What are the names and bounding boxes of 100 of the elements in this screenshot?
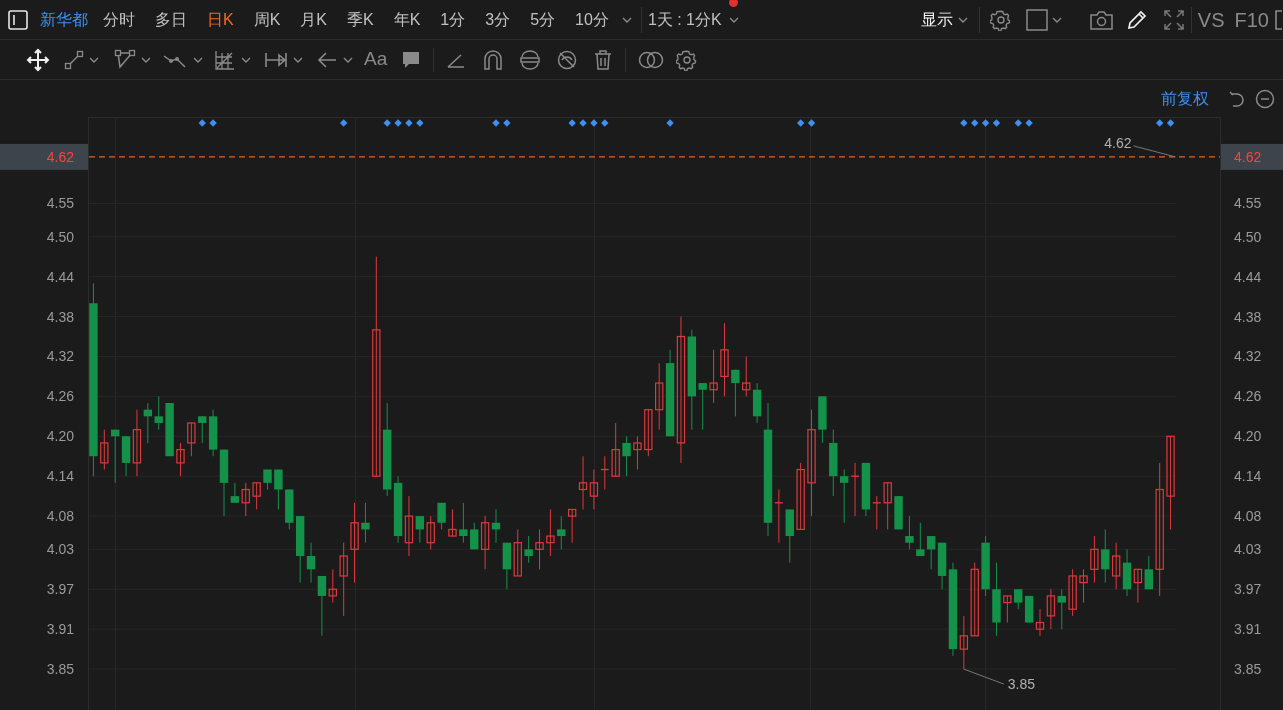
period-tab[interactable]: 5分	[520, 7, 566, 32]
price-tag: 4.62	[1221, 143, 1283, 170]
axis-label: 3.97	[1234, 581, 1262, 598]
axis-label: 3.97	[46, 581, 74, 598]
event-marker[interactable]	[394, 119, 402, 127]
event-marker[interactable]	[492, 119, 500, 127]
period-tab[interactable]: 分时	[93, 7, 145, 32]
event-marker[interactable]	[503, 119, 511, 127]
event-marker[interactable]	[1014, 119, 1022, 127]
leader-line	[963, 668, 1005, 685]
axis-label: 4.08	[46, 508, 74, 525]
event-marker[interactable]	[1156, 119, 1164, 127]
axis-label: 4.08	[1234, 508, 1262, 525]
period-tab[interactable]: 年K	[383, 7, 431, 32]
axis-label: 4.50	[46, 228, 74, 245]
axis-label: 3.85	[46, 661, 74, 678]
event-marker[interactable]	[579, 119, 587, 127]
event-marker[interactable]	[971, 119, 979, 127]
fibonacci-tool-button[interactable]	[214, 48, 252, 71]
axis-label: 4.20	[1234, 428, 1262, 445]
period-tab[interactable]: 季K	[337, 7, 384, 32]
text-tool-button[interactable]: Aa	[364, 45, 388, 74]
panel-icon[interactable]	[1275, 8, 1283, 31]
event-marker[interactable]	[568, 119, 576, 127]
event-marker[interactable]	[1025, 119, 1033, 127]
camera-icon[interactable]	[1088, 8, 1114, 31]
event-marker[interactable]	[601, 119, 609, 127]
event-marker[interactable]	[209, 119, 217, 127]
low-price-label: 3.85	[1007, 676, 1036, 693]
axis-label: 3.91	[46, 621, 74, 638]
adjust-menu[interactable]: 前复权	[1161, 86, 1209, 111]
period-selector[interactable]: 1天 : 1分K	[641, 7, 746, 32]
event-marker[interactable]	[340, 119, 348, 127]
zoom-out-icon[interactable]	[1255, 88, 1275, 109]
settings-icon[interactable]	[989, 8, 1012, 31]
event-marker[interactable]	[1166, 119, 1175, 127]
layout-menu[interactable]	[1025, 8, 1063, 31]
event-marker[interactable]	[796, 119, 805, 127]
polygon-icon	[114, 48, 136, 71]
magnet-icon[interactable]	[482, 48, 505, 71]
axis-label: 4.55	[1234, 195, 1262, 212]
shape-tool-button[interactable]	[114, 48, 152, 71]
move-icon[interactable]	[26, 47, 50, 72]
axis-label: 4.20	[46, 428, 74, 445]
period-tab[interactable]: 日K	[197, 7, 244, 32]
grid-chart-icon	[214, 48, 236, 71]
price-tag: 4.62	[0, 143, 88, 170]
event-marker[interactable]	[405, 119, 413, 127]
event-marker[interactable]	[416, 119, 424, 127]
sidebar-icon[interactable]	[8, 9, 28, 30]
pencil-icon[interactable]	[1125, 8, 1148, 31]
event-marker[interactable]	[383, 119, 391, 127]
trash-icon[interactable]	[593, 48, 614, 71]
stock-name: 新华都	[40, 9, 88, 30]
axis-label: 4.32	[46, 348, 74, 365]
fullscreen-icon[interactable]	[1162, 8, 1185, 31]
period-tab[interactable]: 3分	[475, 7, 521, 32]
display-menu[interactable]: 显示	[920, 7, 969, 32]
period-tab[interactable]: 10分	[565, 7, 619, 32]
axis-label: 4.03	[1234, 541, 1262, 558]
line-tool-button[interactable]	[64, 49, 100, 70]
high-price-label: 4.62	[1104, 134, 1132, 151]
event-marker[interactable]	[198, 119, 206, 127]
event-marker[interactable]	[981, 119, 990, 127]
undo-icon[interactable]	[1227, 88, 1247, 109]
link-icon[interactable]	[518, 48, 543, 71]
line-segment-icon	[64, 49, 84, 70]
axis-label: 3.91	[1234, 621, 1262, 638]
ref-line-label: 4.62	[46, 148, 75, 165]
axis-label: 4.44	[1234, 268, 1262, 285]
axis-label: 4.26	[1234, 388, 1262, 405]
period-tab[interactable]: 1分	[430, 7, 476, 32]
eye-off-icon[interactable]	[556, 48, 579, 71]
period-tab[interactable]: 多日	[145, 7, 197, 32]
event-marker[interactable]	[960, 119, 968, 127]
axis-label: 4.44	[46, 268, 74, 285]
axis-label: 4.55	[46, 195, 74, 212]
arrow-tool-button[interactable]	[316, 49, 354, 70]
axis-label: 4.03	[46, 541, 74, 558]
overlap-circles-icon[interactable]	[638, 50, 665, 69]
event-marker[interactable]	[992, 119, 1001, 127]
f10-button[interactable]: F10	[1234, 4, 1269, 35]
leader-line	[1133, 145, 1177, 158]
settings-icon[interactable]	[676, 48, 699, 71]
event-marker[interactable]	[807, 119, 816, 127]
axis-label: 4.38	[1234, 308, 1262, 325]
square-icon	[1025, 8, 1048, 31]
axis-label: 4.38	[46, 308, 74, 325]
event-marker[interactable]	[590, 119, 598, 127]
axis-label: 4.50	[1234, 228, 1262, 245]
axis-label: 4.14	[46, 468, 74, 485]
axis-label: 3.85	[1234, 661, 1262, 678]
arrow-left-icon	[316, 49, 338, 70]
compare-button[interactable]: VS	[1197, 4, 1225, 35]
comment-icon[interactable]	[401, 49, 422, 70]
event-marker[interactable]	[666, 119, 674, 127]
period-tab[interactable]: 周K	[243, 7, 291, 32]
axis-label: 4.14	[1234, 468, 1262, 485]
axis-label: 4.26	[46, 388, 74, 405]
period-tab[interactable]: 月K	[290, 7, 337, 32]
